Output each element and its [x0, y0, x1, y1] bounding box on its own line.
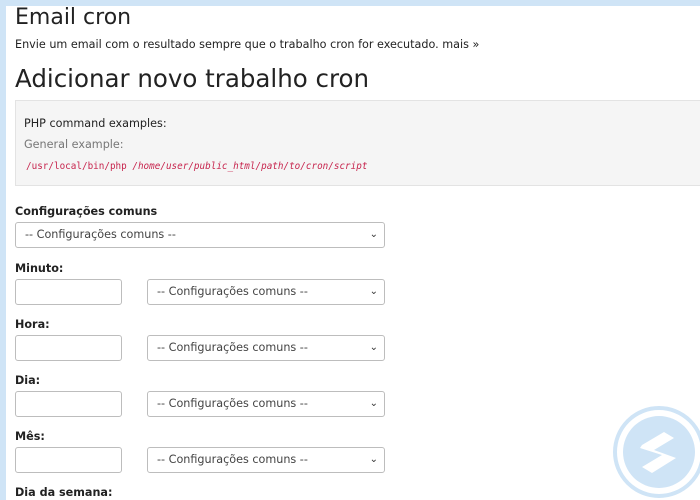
common-settings-select[interactable]: -- Configurações comuns -- ⌄	[15, 222, 385, 248]
day-label: Dia:	[15, 374, 41, 387]
php-examples-title: PHP command examples:	[24, 117, 167, 130]
email-cron-description-text: Envie um email com o resultado sempre qu…	[15, 38, 439, 51]
email-cron-title: Email cron	[15, 5, 132, 30]
more-link[interactable]: mais »	[442, 38, 479, 51]
month-select-value: -- Configurações comuns --	[157, 453, 308, 466]
day-input[interactable]	[15, 391, 122, 417]
weekday-label: Dia da semana:	[15, 486, 113, 499]
php-examples-subtitle: General example:	[24, 138, 124, 151]
php-command-path: /usr/local/bin/php	[26, 161, 133, 172]
common-settings-select-value: -- Configurações comuns --	[25, 228, 176, 241]
month-label: Mês:	[15, 430, 45, 443]
window-frame-left	[0, 0, 6, 500]
day-select-value: -- Configurações comuns --	[157, 397, 308, 410]
hour-select[interactable]: -- Configurações comuns -- ⌄	[147, 335, 385, 361]
hour-select-value: -- Configurações comuns --	[157, 341, 308, 354]
php-examples-box: PHP command examples: General example: /…	[15, 100, 700, 186]
minute-select[interactable]: -- Configurações comuns -- ⌄	[147, 279, 385, 305]
month-input[interactable]	[15, 447, 122, 473]
minute-select-value: -- Configurações comuns --	[157, 285, 308, 298]
common-settings-label: Configurações comuns	[15, 205, 158, 218]
chevron-down-icon: ⌄	[369, 454, 378, 465]
day-select[interactable]: -- Configurações comuns -- ⌄	[147, 391, 385, 417]
minute-input[interactable]	[15, 279, 122, 305]
hour-label: Hora:	[15, 318, 50, 331]
chevron-down-icon: ⌄	[369, 286, 378, 297]
php-command-example: /usr/local/bin/php /home/user/public_htm…	[26, 161, 367, 172]
minute-label: Minuto:	[15, 262, 64, 275]
chevron-down-icon: ⌄	[369, 342, 378, 353]
email-cron-description: Envie um email com o resultado sempre qu…	[15, 38, 479, 51]
month-select[interactable]: -- Configurações comuns -- ⌄	[147, 447, 385, 473]
brand-logo-icon	[613, 406, 700, 498]
chevron-down-icon: ⌄	[369, 229, 378, 240]
php-command-arg: /home/user/public_html/path/to/cron/scri…	[132, 161, 368, 172]
add-cron-title: Adicionar novo trabalho cron	[15, 64, 370, 93]
chevron-down-icon: ⌄	[369, 398, 378, 409]
hour-input[interactable]	[15, 335, 122, 361]
